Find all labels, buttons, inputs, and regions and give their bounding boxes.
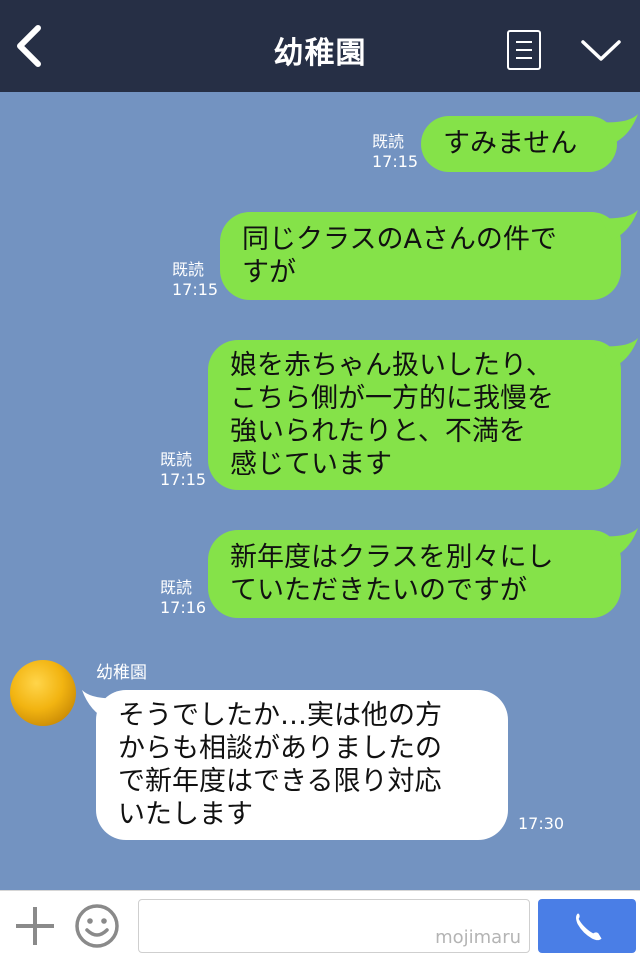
bubble-tail xyxy=(600,338,638,368)
read-receipt: 既読 xyxy=(160,450,193,469)
call-button[interactable] xyxy=(538,899,636,953)
plus-icon[interactable] xyxy=(14,905,56,947)
message-time: 17:15 xyxy=(160,470,207,489)
read-receipt: 既読 xyxy=(372,132,405,151)
message-input-bar: mojimaru xyxy=(0,890,640,963)
message-time: 17:16 xyxy=(160,598,207,617)
sent-message-bubble[interactable]: 同じクラスのAさんの件で すが xyxy=(220,212,621,300)
received-message-bubble[interactable]: そうでしたか…実は他の方 からも相談がありましたの で新年度はできる限り対応 い… xyxy=(96,690,508,840)
chat-area[interactable]: 既読 17:15 すみません 既読 17:15 同じクラスのAさんの件で すが … xyxy=(0,92,640,890)
message-time: 17:15 xyxy=(172,280,219,299)
smiley-icon[interactable] xyxy=(74,903,120,949)
phone-icon xyxy=(576,913,602,941)
bubble-tail xyxy=(600,528,638,558)
bubble-tail xyxy=(600,114,638,144)
sent-message-bubble[interactable]: 新年度はクラスを別々にし ていただきたいのですが xyxy=(208,530,621,618)
message-input[interactable]: mojimaru xyxy=(138,899,530,953)
message-time: 17:15 xyxy=(372,152,419,171)
message-meta: 既読 17:15 xyxy=(160,450,206,490)
sent-message-bubble[interactable]: 娘を赤ちゃん扱いしたり、 こちら側が一方的に我慢を 強いられたりと、不満を 感じ… xyxy=(208,340,621,490)
message-time: 17:30 xyxy=(518,814,565,833)
chat-header: 幼稚園 xyxy=(0,0,640,92)
chat-title: 幼稚園 xyxy=(273,36,367,71)
message-meta: 既読 17:15 xyxy=(372,132,418,172)
read-receipt: 既読 xyxy=(160,578,193,597)
sender-avatar[interactable] xyxy=(10,660,76,726)
watermark-text: mojimaru xyxy=(435,927,521,948)
sent-message-bubble[interactable]: すみません xyxy=(421,116,617,172)
chevron-down-icon[interactable] xyxy=(580,38,622,64)
sender-name: 幼稚園 xyxy=(96,663,147,683)
message-meta: 既読 17:16 xyxy=(160,578,206,618)
message-meta: 既読 17:15 xyxy=(172,260,218,300)
note-menu-icon[interactable] xyxy=(507,30,541,70)
read-receipt: 既読 xyxy=(172,260,205,279)
bubble-tail xyxy=(600,210,638,240)
